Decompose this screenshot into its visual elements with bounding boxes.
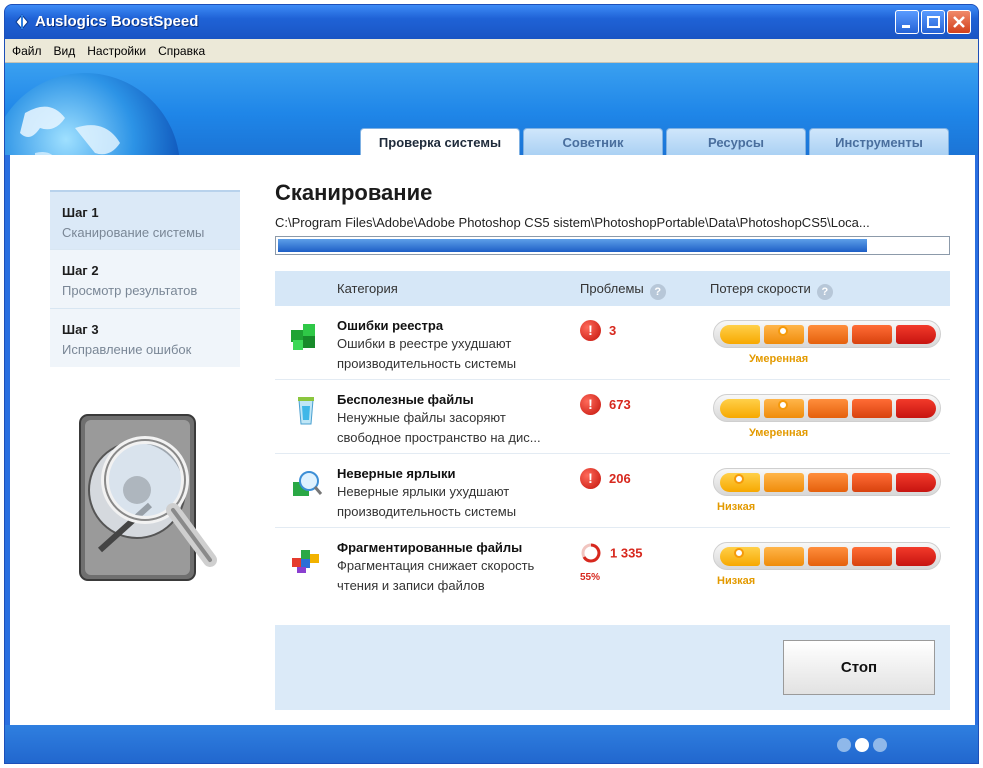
shortcut-icon	[293, 471, 323, 496]
table-row[interactable]: Бесполезные файлы Ненужные файлы засоряю…	[275, 380, 950, 454]
step-title: Шаг 2	[62, 263, 99, 278]
step-subtitle: Сканирование системы	[62, 225, 205, 240]
scan-title: Сканирование	[275, 180, 433, 205]
category-desc: производительность системы	[337, 356, 517, 371]
problem-count-value: 206	[609, 471, 631, 486]
footer-bar	[5, 725, 978, 763]
content-area: Шаг 1 Сканирование системы Шаг 2 Просмот…	[10, 155, 975, 725]
page-dot[interactable]	[873, 738, 887, 752]
category-desc: Ненужные файлы засоряют	[337, 410, 506, 425]
category-desc: Ошибки в реестре ухудшают	[337, 336, 512, 351]
table-row[interactable]: Фрагментированные файлы Фрагментация сни…	[275, 528, 950, 602]
step-subtitle: Просмотр результатов	[62, 283, 198, 298]
menu-file[interactable]: Файл	[5, 39, 47, 58]
speed-loss-label: Низкая	[717, 575, 756, 587]
speed-loss-meter	[713, 542, 941, 570]
problem-count: ! 3	[580, 320, 616, 341]
category-name: Бесполезные файлы	[337, 392, 474, 407]
step-title: Шаг 1	[62, 205, 99, 220]
header-banner: Проверка системы Советник Ресурсы Инстру…	[5, 63, 978, 155]
page-indicator	[837, 738, 891, 755]
app-icon	[15, 14, 29, 30]
close-icon	[953, 16, 965, 28]
table-row[interactable]: Неверные ярлыки Неверные ярлыки ухудшают…	[275, 454, 950, 528]
problem-count: 1 335	[580, 542, 643, 564]
category-desc: свободное пространство на дис...	[337, 430, 541, 445]
category-desc: Неверные ярлыки ухудшают	[337, 484, 510, 499]
problem-count-value: 673	[609, 397, 631, 412]
globe-icon	[5, 73, 180, 155]
speed-loss-meter	[713, 468, 941, 496]
header-speed-loss: Потеря скорости?	[710, 281, 833, 300]
step-fix[interactable]: Шаг 3 Исправление ошибок	[50, 308, 240, 367]
header-problems-label: Проблемы	[580, 281, 644, 296]
hard-drive-icon	[79, 414, 217, 581]
scan-percent: 55%	[580, 572, 601, 583]
steps-panel: Шаг 1 Сканирование системы Шаг 2 Просмот…	[50, 190, 240, 367]
menu-bar: Файл Вид Настройки Справка	[5, 39, 978, 63]
step-scan[interactable]: Шаг 1 Сканирование системы	[50, 190, 240, 249]
header-speed-loss-label: Потеря скорости	[710, 281, 811, 296]
header-category: Категория	[337, 281, 398, 296]
step-subtitle: Исправление ошибок	[62, 342, 192, 357]
level-marker	[778, 326, 788, 336]
category-name: Ошибки реестра	[337, 318, 444, 333]
action-panel: Стоп	[275, 625, 950, 710]
tab-system-check[interactable]: Проверка системы	[360, 128, 520, 155]
junk-files-icon	[298, 397, 314, 425]
table-row[interactable]: Ошибки реестра Ошибки в реестре ухудшают…	[275, 306, 950, 380]
alert-icon: !	[580, 468, 601, 489]
speed-loss-meter	[713, 394, 941, 422]
spinner-icon	[581, 543, 601, 563]
step-title: Шаг 3	[62, 322, 99, 337]
speed-loss-meter	[713, 320, 941, 348]
tab-resources[interactable]: Ресурсы	[666, 128, 806, 155]
speed-loss-label: Низкая	[717, 501, 756, 513]
scan-progress-fill	[278, 239, 867, 252]
problem-count: ! 673	[580, 394, 631, 415]
category-desc: Фрагментация снижает скорость	[337, 558, 535, 573]
alert-icon: !	[580, 394, 601, 415]
problem-count-value: 1 335	[610, 545, 643, 561]
title-bar[interactable]: Auslogics BoostSpeed	[5, 5, 978, 39]
menu-help[interactable]: Справка	[151, 39, 210, 58]
menu-view[interactable]: Вид	[47, 39, 81, 58]
tab-advisor[interactable]: Советник	[523, 128, 663, 155]
app-window: Auslogics BoostSpeed Файл Вид Настройки Спр…	[4, 4, 979, 764]
problem-count-value: 3	[609, 323, 617, 338]
level-marker	[734, 474, 744, 484]
maximize-button[interactable]	[921, 10, 945, 34]
category-name: Неверные ярлыки	[337, 466, 456, 481]
scan-progress-bar	[275, 236, 950, 255]
scan-panel: Сканирование C:\Program Files\Adobe\Adob…	[275, 180, 950, 602]
registry-icon	[291, 324, 315, 350]
category-name: Фрагментированные файлы	[337, 540, 523, 555]
problem-count: ! 206	[580, 468, 631, 489]
window-title: Auslogics BoostSpeed	[35, 13, 199, 30]
step-review[interactable]: Шаг 2 Просмотр результатов	[50, 249, 240, 308]
alert-icon: !	[580, 320, 601, 341]
tab-tools[interactable]: Инструменты	[809, 128, 949, 155]
minimize-icon	[902, 25, 910, 28]
header-problems: Проблемы?	[580, 281, 666, 300]
minimize-button[interactable]	[895, 10, 919, 34]
close-button[interactable]	[947, 10, 971, 34]
maximize-icon	[927, 16, 940, 28]
menu-settings[interactable]: Настройки	[80, 39, 151, 58]
level-marker	[734, 548, 744, 558]
page-dot[interactable]	[837, 738, 851, 752]
speed-loss-label: Умеренная	[749, 427, 809, 439]
help-icon[interactable]: ?	[816, 284, 833, 300]
fragmented-files-icon	[292, 550, 319, 573]
category-desc: чтения и записи файлов	[337, 578, 485, 593]
level-marker	[778, 400, 788, 410]
speed-loss-label: Умеренная	[749, 353, 809, 365]
page-dot[interactable]	[855, 738, 869, 752]
results-table-header: Категория Проблемы? Потеря скорости?	[275, 271, 950, 306]
help-icon[interactable]: ?	[649, 284, 666, 300]
stop-button[interactable]: Стоп	[783, 640, 935, 695]
category-desc: производительность системы	[337, 504, 517, 519]
scan-current-path: C:\Program Files\Adobe\Adobe Photoshop C…	[275, 215, 870, 230]
